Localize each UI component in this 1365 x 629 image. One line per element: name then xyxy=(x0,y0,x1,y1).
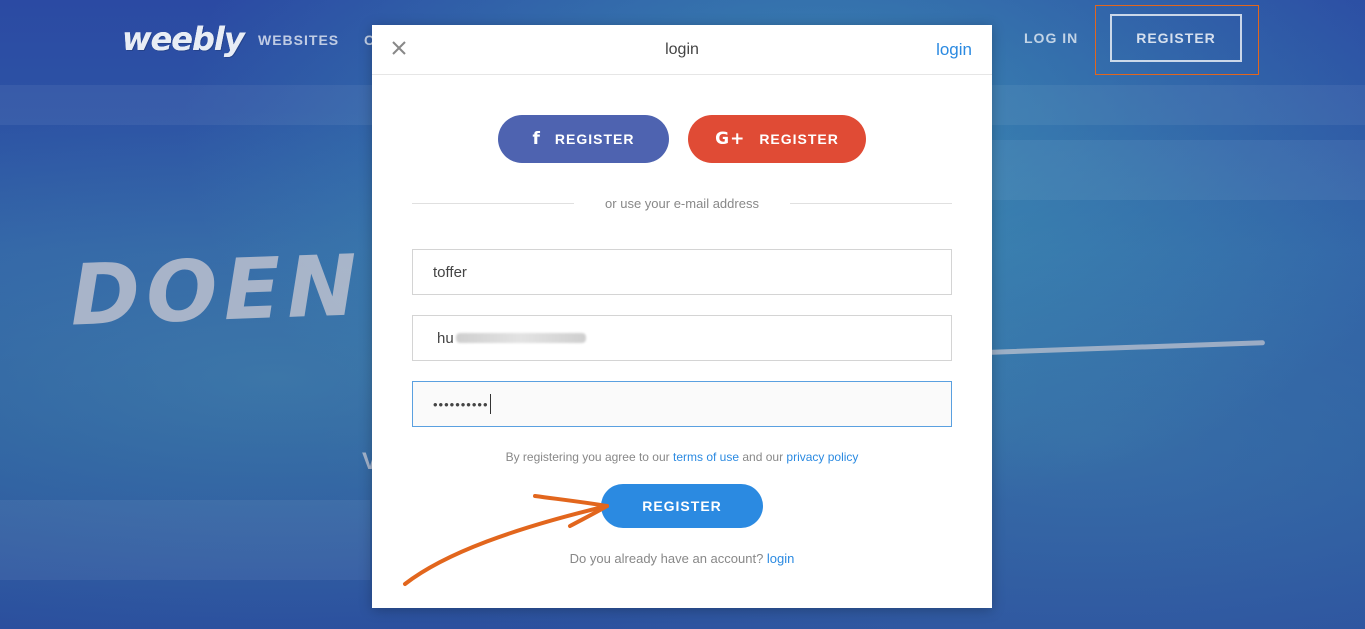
text-caret xyxy=(489,394,491,414)
password-value: •••••••••• xyxy=(433,396,489,412)
privacy-policy-link[interactable]: privacy policy xyxy=(786,450,858,464)
modal-header: login login xyxy=(372,25,992,75)
hero-underline xyxy=(989,340,1266,355)
google-plus-icon: G+ xyxy=(715,129,746,149)
username-value: toffer xyxy=(433,263,467,281)
account-login-link[interactable]: login xyxy=(767,551,794,566)
email-redacted xyxy=(455,333,586,343)
background-stripe xyxy=(0,500,370,580)
nav-websites[interactable]: WEBSITES xyxy=(258,32,339,48)
email-divider: or use your e-mail address xyxy=(412,195,952,211)
facebook-icon: f xyxy=(532,129,541,149)
email-field[interactable]: hu xyxy=(412,315,952,361)
nav-login[interactable]: LOG IN xyxy=(1024,30,1078,46)
google-register-button[interactable]: G+ REGISTER xyxy=(688,115,866,163)
username-field[interactable]: toffer xyxy=(412,249,952,295)
background-stripe xyxy=(990,140,1365,200)
terms-of-use-link[interactable]: terms of use xyxy=(673,450,739,464)
facebook-register-label: REGISTER xyxy=(554,131,635,147)
modal-title: login xyxy=(665,41,699,58)
email-value: hu xyxy=(437,329,454,347)
terms-mid: and our xyxy=(739,450,787,464)
password-field[interactable]: •••••••••• xyxy=(412,381,952,427)
divider-line xyxy=(790,203,952,204)
terms-notice: By registering you agree to our terms of… xyxy=(372,450,992,464)
terms-prefix: By registering you agree to our xyxy=(505,450,673,464)
facebook-register-button[interactable]: f REGISTER xyxy=(498,115,669,163)
google-register-label: REGISTER xyxy=(759,131,839,147)
weebly-logo[interactable]: weebly xyxy=(122,20,245,58)
register-button[interactable]: REGISTER xyxy=(601,484,763,528)
nav-register-button[interactable]: REGISTER xyxy=(1110,14,1242,62)
modal-login-link[interactable]: login xyxy=(936,40,972,60)
annotation-arrow xyxy=(403,494,609,586)
